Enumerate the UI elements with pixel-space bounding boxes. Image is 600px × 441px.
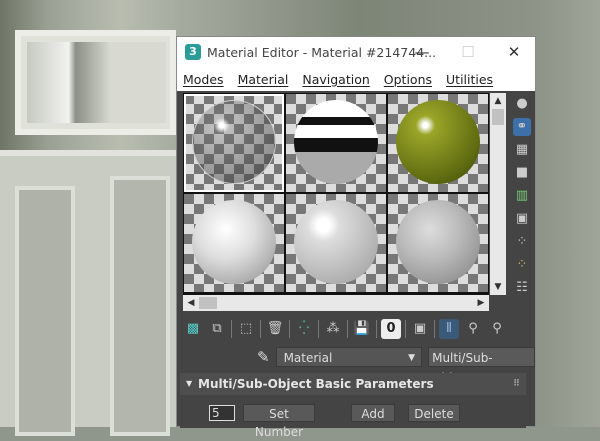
menu-bar: Modes Material Navigation Options Utilit…: [177, 67, 535, 91]
put-to-library-icon[interactable]: ⁂: [323, 319, 343, 339]
show-shaded-icon[interactable]: ▣: [410, 319, 430, 339]
video-color-check-icon[interactable]: ▥: [513, 187, 531, 205]
maximize-button[interactable]: ☐: [445, 37, 491, 67]
add-button[interactable]: Add: [351, 404, 395, 422]
options-icon[interactable]: ⁘: [513, 233, 531, 251]
menu-options[interactable]: Options: [384, 72, 432, 87]
sample-slot[interactable]: [286, 194, 386, 292]
material-map-navigator-icon[interactable]: ☷: [513, 279, 531, 297]
delete-icon[interactable]: 🗑: [265, 319, 285, 339]
horizontal-scrollbar[interactable]: ◀ ▶: [183, 295, 489, 311]
sample-slot[interactable]: [184, 94, 284, 192]
put-to-scene-icon[interactable]: ⧉: [207, 319, 227, 339]
go-to-parent-icon[interactable]: ⚲: [463, 319, 483, 339]
side-toolbar: ● ⚭ ▦ ■ ▥ ▣ ⁘ ⁘ ☷: [508, 93, 536, 297]
sample-slot[interactable]: [286, 94, 386, 192]
rollout-body: 5 Set Number Add Delete: [180, 395, 526, 439]
material-editor-window: 3 Material Editor - Material #214744... …: [176, 36, 536, 439]
select-by-material-icon[interactable]: ⁘: [513, 256, 531, 274]
sample-type-icon[interactable]: ●: [513, 95, 531, 113]
chevron-down-icon: ▼: [408, 353, 416, 363]
menu-utilities[interactable]: Utilities: [446, 72, 493, 87]
minimize-button[interactable]: —: [399, 37, 445, 67]
material-name-dropdown[interactable]: Material #2147442409▼: [275, 347, 423, 385]
material-type-button[interactable]: Multi/Sub-Object: [428, 347, 535, 385]
uv-tiling-icon[interactable]: ■: [513, 164, 531, 182]
eyedropper-icon[interactable]: ✎: [257, 348, 270, 366]
material-name-row: ✎ Material #2147442409▼ Multi/Sub-Object: [257, 347, 535, 385]
material-id-channel-button[interactable]: 0: [381, 319, 401, 339]
sample-slot[interactable]: [184, 194, 284, 292]
sample-slot[interactable]: [388, 94, 488, 192]
save-to-library-icon[interactable]: 💾: [352, 319, 372, 339]
close-button[interactable]: ✕: [491, 37, 537, 67]
scroll-down-icon[interactable]: ▼: [490, 279, 506, 295]
scroll-right-icon[interactable]: ▶: [473, 295, 489, 311]
menu-material[interactable]: Material: [238, 72, 289, 87]
collapse-icon: ▼: [186, 379, 193, 388]
background-window: [15, 30, 176, 135]
get-material-icon[interactable]: ▩: [183, 319, 203, 339]
make-preview-icon[interactable]: ▣: [513, 210, 531, 228]
scroll-up-icon[interactable]: ▲: [490, 93, 506, 109]
backlight-icon[interactable]: ⚭: [513, 118, 531, 136]
drag-handle-icon[interactable]: ⠿: [513, 373, 520, 395]
vertical-scrollbar[interactable]: ▲ ▼: [490, 93, 506, 295]
rollout-header[interactable]: ▼ Multi/Sub-Object Basic Parameters ⠿: [180, 373, 526, 395]
sample-slot[interactable]: [388, 194, 488, 292]
background-door: [0, 150, 176, 436]
make-unique-icon[interactable]: ⁛: [294, 319, 314, 339]
delete-button[interactable]: Delete: [408, 404, 460, 422]
rollout-title: Multi/Sub-Object Basic Parameters: [198, 377, 434, 391]
go-forward-to-sibling-icon[interactable]: ⚲: [487, 319, 507, 339]
menu-modes[interactable]: Modes: [183, 72, 224, 87]
bottom-toolbar: ▩ ⧉ ⬚ 🗑 ⁛ ⁂ 💾 0 ▣ ⫴ ⚲ ⚲: [183, 319, 507, 339]
sample-slots: [183, 93, 489, 295]
title-bar[interactable]: 3 Material Editor - Material #214744... …: [177, 37, 535, 67]
set-number-button[interactable]: Set Number: [243, 404, 315, 439]
show-end-result-icon[interactable]: ⫴: [439, 319, 459, 339]
number-of-materials-field[interactable]: 5: [209, 405, 235, 421]
assign-to-selection-icon[interactable]: ⬚: [236, 319, 256, 339]
background-icon[interactable]: ▦: [513, 141, 531, 159]
app-icon: 3: [185, 44, 201, 60]
scroll-left-icon[interactable]: ◀: [183, 295, 199, 311]
menu-navigation[interactable]: Navigation: [302, 72, 369, 87]
